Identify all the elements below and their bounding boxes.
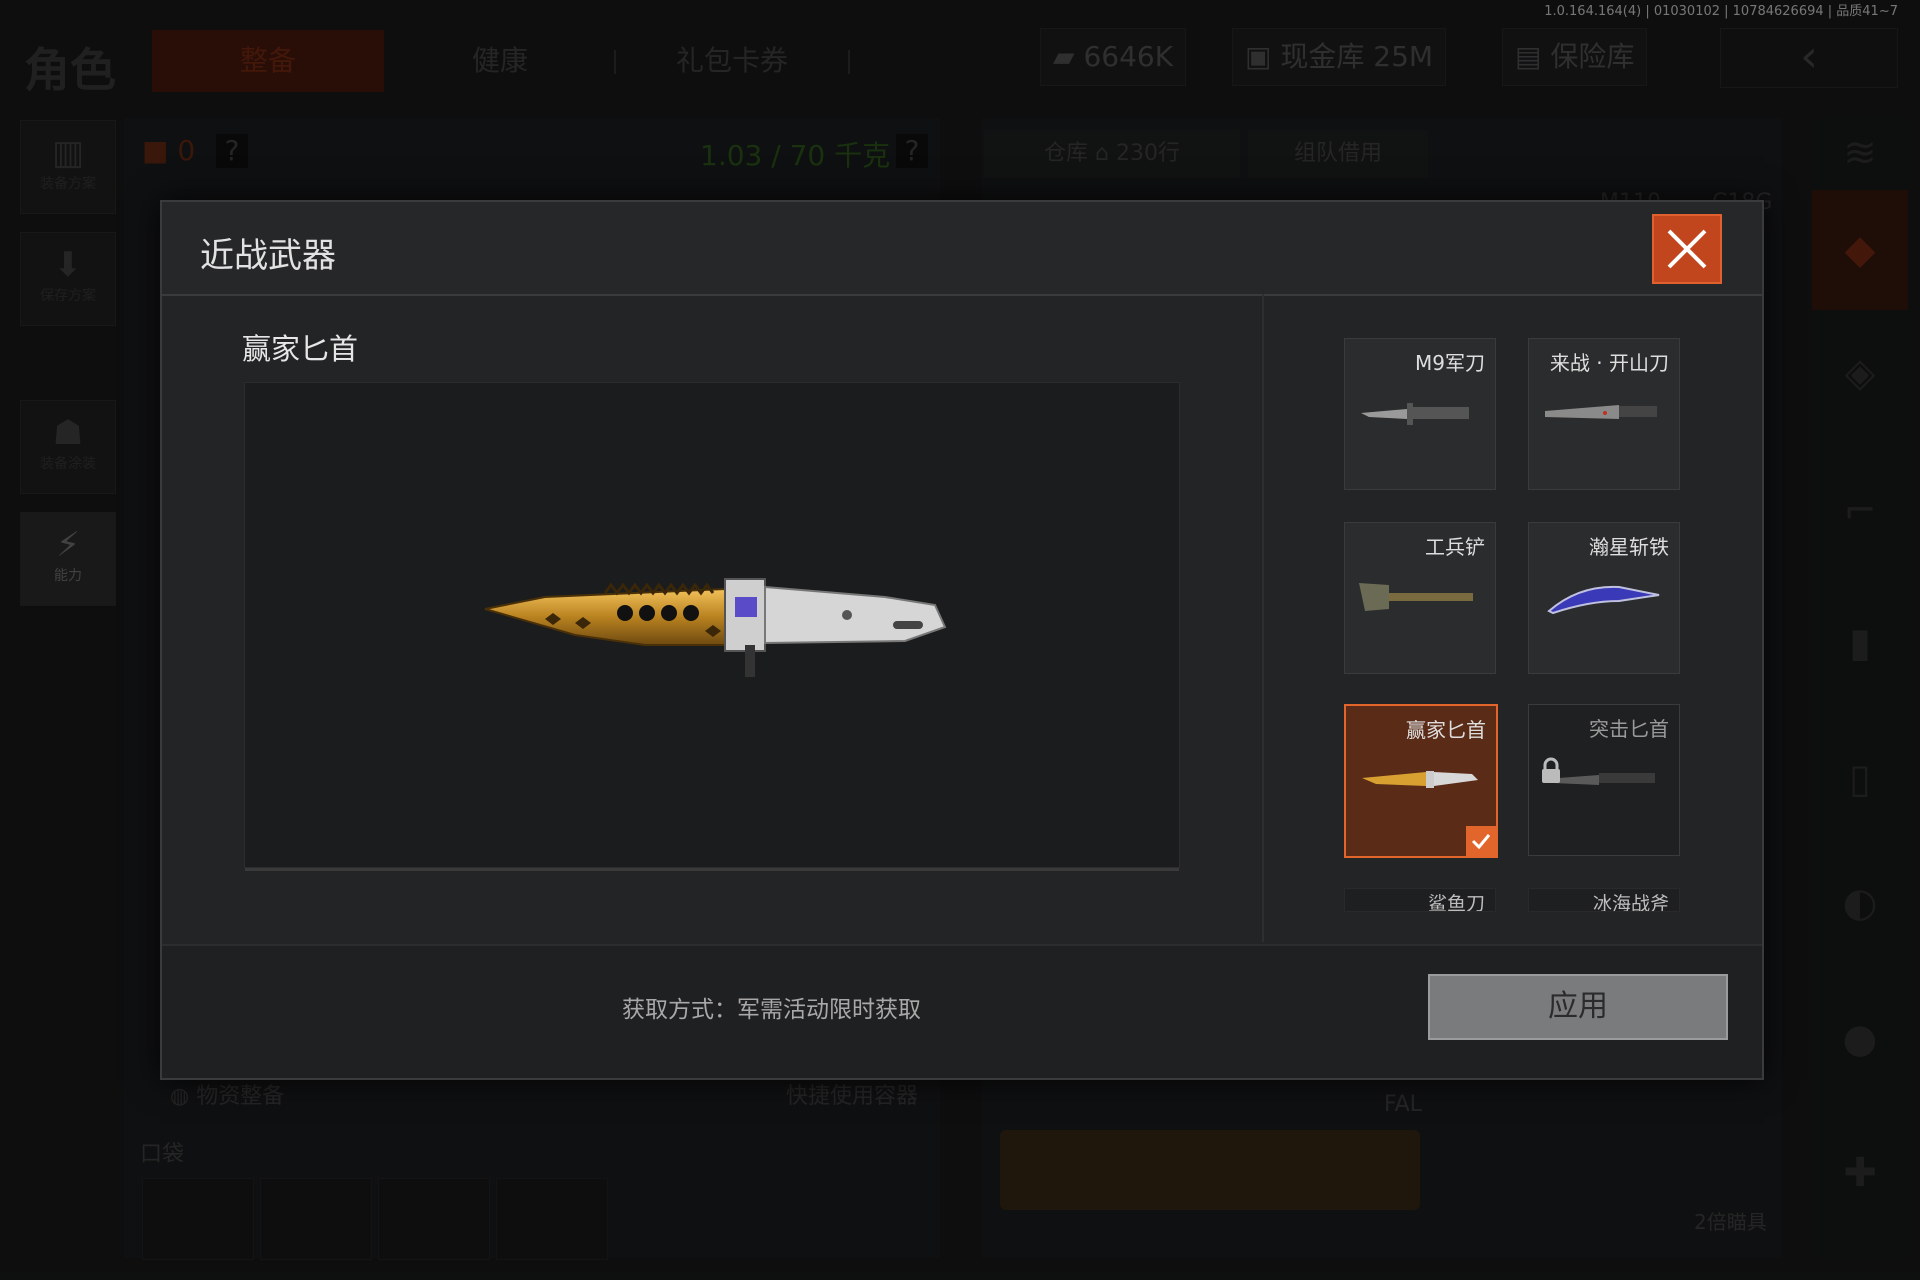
item-name: 赢家匕首 (1406, 718, 1486, 742)
dialog-divider (1262, 294, 1264, 942)
shovel-icon (1359, 583, 1473, 611)
bayonet-icon (1361, 403, 1469, 425)
close-icon (1667, 229, 1707, 269)
lock-icon (1542, 757, 1560, 783)
weapon-preview[interactable] (244, 382, 1180, 871)
item-name: 突击匕首 (1589, 717, 1669, 741)
acquire-method-text: 获取方式：军需活动限时获取 (622, 997, 921, 1023)
dialog-footer: 获取方式：军需活动限时获取 应用 (162, 944, 1762, 1078)
dialog-title: 近战武器 (200, 236, 336, 276)
item-name: M9军刀 (1415, 351, 1485, 375)
item-name: 工兵铲 (1425, 535, 1485, 559)
item-card-entrenching-shovel[interactable]: 工兵铲 (1344, 522, 1496, 674)
item-name: 来战 · 开山刀 (1549, 351, 1669, 375)
selected-check-badge (1466, 826, 1496, 856)
item-card-shark-knife[interactable]: 鲨鱼刀 (1344, 888, 1496, 912)
item-name: 瀚星斩铁 (1589, 535, 1669, 559)
item-card-winner-dagger[interactable]: 赢家匕首 (1344, 704, 1498, 858)
item-name: 鲨鱼刀 (1427, 893, 1485, 912)
melee-weapon-dialog: 近战武器 赢家匕首 M9军刀 来战 · 开山刀 工兵铲 瀚星斩铁 赢家匕首 突击… (160, 200, 1764, 1080)
selected-weapon-name: 赢家匕首 (242, 332, 359, 366)
item-card-machete[interactable]: 来战 · 开山刀 (1528, 338, 1680, 490)
apply-button[interactable]: 应用 (1428, 974, 1728, 1040)
machete-icon (1545, 405, 1657, 419)
item-name: 冰海战斧 (1592, 893, 1669, 912)
preview-scrollbar (245, 868, 1179, 871)
item-card-ice-axe[interactable]: 冰海战斧 (1528, 888, 1680, 912)
item-card-assault-dagger[interactable]: 突击匕首 (1528, 704, 1680, 856)
dialog-header: 近战武器 (162, 202, 1762, 296)
item-card-karambit[interactable]: 瀚星斩铁 (1528, 522, 1680, 674)
gold-dagger-icon (1362, 771, 1478, 788)
item-card-m9-bayonet[interactable]: M9军刀 (1344, 338, 1496, 490)
checkmark-icon (1471, 834, 1491, 850)
gold-dagger-preview-icon (484, 578, 947, 677)
close-button[interactable] (1652, 214, 1722, 284)
karambit-icon (1547, 585, 1660, 615)
